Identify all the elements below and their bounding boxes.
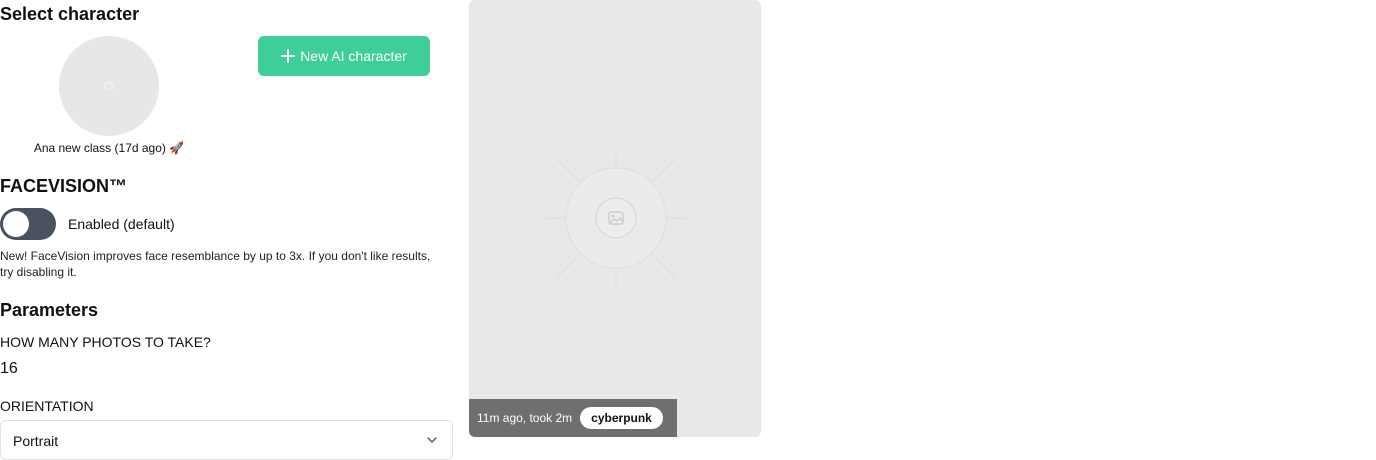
preview-caption-bar: 11m ago, took 2m cyberpunk — [469, 399, 677, 437]
facevision-toggle-label: Enabled (default) — [68, 216, 175, 232]
orientation-label: ORIENTATION — [0, 398, 94, 414]
plus-icon — [281, 49, 296, 63]
avatar-placeholder-icon — [104, 81, 114, 91]
new-ai-character-label: New AI character — [300, 48, 407, 64]
parameters-title: Parameters — [0, 300, 99, 320]
orientation-select[interactable]: Portrait — [0, 420, 453, 460]
orientation-value: Portrait — [13, 433, 59, 449]
photo-count-input[interactable]: 16 — [0, 359, 18, 379]
image-placeholder-icon — [546, 148, 686, 288]
facevision-title: FACEVISION™ — [0, 176, 128, 196]
photo-count-label: HOW MANY PHOTOS TO TAKE? — [0, 334, 211, 350]
facevision-description: New! FaceVision improves face resemblanc… — [0, 249, 431, 279]
character-caption[interactable]: Ana new class (17d ago) 🚀 — [0, 140, 218, 156]
settings-panel: Select character Ana new class (17d ago)… — [0, 0, 460, 460]
preview-card[interactable]: 11m ago, took 2m cyberpunk — [469, 0, 761, 437]
character-avatar[interactable] — [59, 36, 159, 136]
style-badge[interactable]: cyberpunk — [580, 407, 663, 429]
generation-time-text: 11m ago, took 2m — [477, 411, 573, 425]
facevision-toggle[interactable] — [0, 208, 56, 240]
new-ai-character-button[interactable]: New AI character — [258, 36, 430, 76]
toggle-knob — [3, 211, 29, 237]
chevron-down-icon — [427, 437, 437, 443]
select-character-title: Select character — [0, 4, 140, 24]
